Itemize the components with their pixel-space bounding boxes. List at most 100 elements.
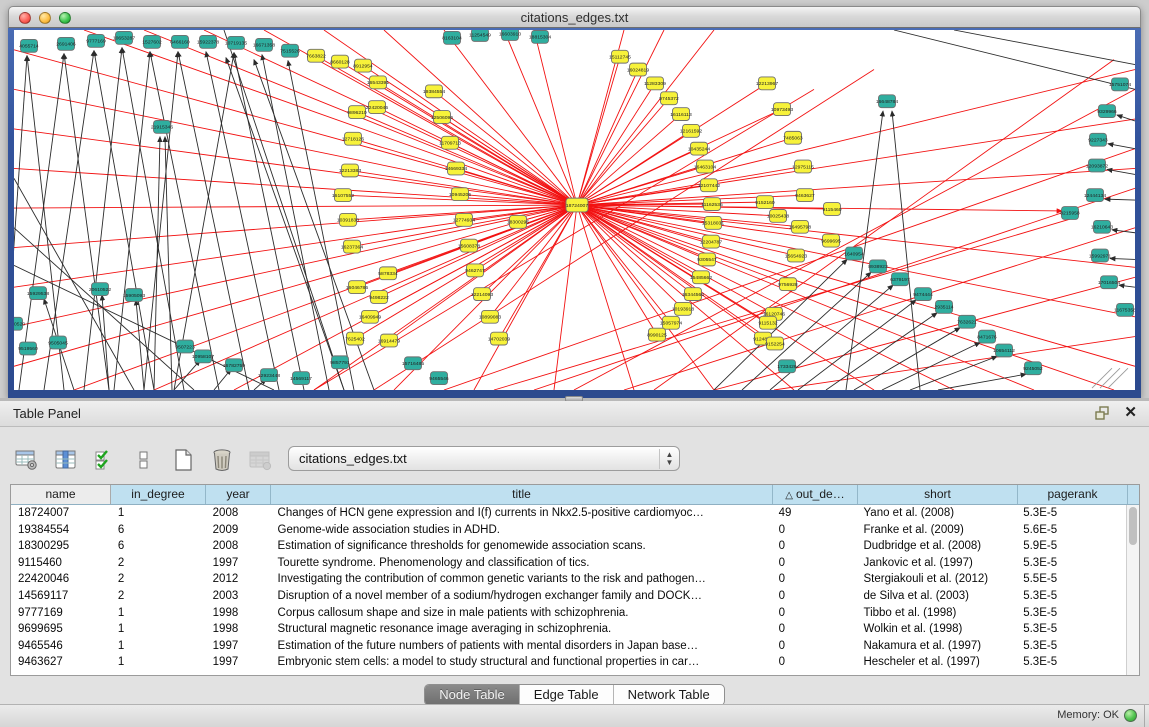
table-row[interactable]: 977716911998Corpus callosum shape and si… bbox=[11, 605, 1126, 622]
graph-node[interactable]: 20610522 bbox=[89, 283, 111, 296]
table-cell[interactable]: Disruption of a novel member of a sodium… bbox=[271, 588, 772, 605]
tab-edge-table[interactable]: Edge Table bbox=[520, 685, 614, 705]
table-cell[interactable]: Investigating the contribution of common… bbox=[271, 571, 772, 588]
graph-node[interactable]: 10193918 bbox=[672, 302, 694, 315]
table-cell[interactable]: 5.3E-5 bbox=[1016, 654, 1126, 671]
table-cell[interactable]: 5.3E-5 bbox=[1016, 555, 1126, 572]
table-cell[interactable]: 2008 bbox=[206, 538, 271, 555]
table-cell[interactable]: Tibbo et al. (1998) bbox=[856, 605, 1016, 622]
table-cell[interactable]: Structural magnetic resonance image aver… bbox=[271, 621, 772, 638]
graph-node[interactable]: 1733426 bbox=[777, 360, 797, 373]
graph-node[interactable]: 12718126 bbox=[342, 132, 364, 145]
graph-node[interactable]: 17016504 bbox=[1098, 276, 1120, 289]
graph-node[interactable]: 7663822 bbox=[306, 49, 326, 62]
table-cell[interactable]: 9115460 bbox=[11, 555, 111, 572]
graph-node[interactable]: 16116113 bbox=[670, 108, 692, 121]
table-row[interactable]: 2242004622012Investigating the contribut… bbox=[11, 571, 1126, 588]
graph-node[interactable]: 12161592 bbox=[680, 124, 702, 137]
graph-node[interactable]: 21915346 bbox=[151, 120, 173, 133]
memory-status-indicator[interactable] bbox=[1124, 709, 1137, 722]
table-row[interactable]: 1456911722003Disruption of a novel membe… bbox=[11, 588, 1126, 605]
graph-node[interactable]: 9463627 bbox=[795, 189, 815, 202]
graph-node[interactable]: 12204787 bbox=[700, 235, 722, 248]
table-cell[interactable]: Estimation of the future numbers of pati… bbox=[271, 638, 772, 655]
graph-node[interactable]: 9857791 bbox=[330, 356, 350, 369]
table-cell[interactable]: 22420046 bbox=[11, 571, 111, 588]
table-cell[interactable]: 9699695 bbox=[11, 621, 111, 638]
graph-node[interactable]: 9745372 bbox=[659, 92, 679, 105]
table-cell[interactable]: Franke et al. (2009) bbox=[856, 522, 1016, 539]
table-cell[interactable]: Jankovic et al. (1997) bbox=[856, 555, 1016, 572]
graph-node[interactable]: 11162536 bbox=[701, 198, 723, 211]
table-cell[interactable]: 18724007 bbox=[11, 505, 111, 522]
table-cell[interactable]: Estimation of significance thresholds fo… bbox=[271, 538, 772, 555]
graph-node[interactable]: 7485063 bbox=[783, 131, 803, 144]
column-header-title[interactable]: title bbox=[271, 485, 773, 504]
column-header-name[interactable]: name bbox=[11, 485, 111, 504]
table-cell[interactable]: 1 bbox=[111, 605, 206, 622]
graph-node[interactable]: 9699695 bbox=[821, 234, 841, 247]
graph-node[interactable]: 8215958 bbox=[1060, 207, 1080, 220]
graph-node[interactable]: 14702039 bbox=[488, 332, 510, 345]
graph-node[interactable]: 15485662 bbox=[690, 271, 712, 284]
table-cell[interactable]: Wolkin et al. (1998) bbox=[856, 621, 1016, 638]
graph-node[interactable]: 12213383 bbox=[339, 164, 361, 177]
table-row[interactable]: 1830029562008Estimation of significance … bbox=[11, 538, 1126, 555]
graph-node[interactable]: 15905093 bbox=[123, 289, 145, 302]
graph-node[interactable]: 10945206 bbox=[449, 188, 471, 201]
graph-node[interactable]: 11709713 bbox=[439, 136, 461, 149]
table-cell[interactable]: 1998 bbox=[206, 605, 271, 622]
graph-node[interactable]: 9498222 bbox=[369, 291, 389, 304]
graph-node[interactable]: 10654112 bbox=[993, 344, 1015, 357]
graph-node[interactable]: 8471676 bbox=[977, 330, 997, 343]
graph-node[interactable]: 6466160 bbox=[170, 35, 190, 48]
table-selector-dropdown[interactable]: citations_edges.txt ▲▼ bbox=[288, 446, 680, 471]
table-cell[interactable]: 2003 bbox=[206, 588, 271, 605]
table-cell[interactable]: Yano et al. (2008) bbox=[856, 505, 1016, 522]
table-cell[interactable]: 0 bbox=[772, 571, 857, 588]
graph-node[interactable]: 15929538 bbox=[27, 287, 49, 300]
table-cell[interactable]: 2 bbox=[111, 555, 206, 572]
graph-node[interactable]: 1527602 bbox=[142, 35, 162, 48]
close-button[interactable] bbox=[19, 12, 31, 24]
table-cell[interactable]: Stergiakouli et al. (2012) bbox=[856, 571, 1016, 588]
graph-node[interactable]: 15608378 bbox=[458, 239, 480, 252]
table-cell[interactable]: Tourette syndrome. Phenomenology and cla… bbox=[271, 555, 772, 572]
graph-node[interactable]: 15112745 bbox=[609, 50, 631, 63]
graph-node[interactable]: 16603910 bbox=[499, 30, 521, 40]
graph-node[interactable]: 10958107 bbox=[192, 350, 214, 363]
table-cell[interactable]: 1998 bbox=[206, 621, 271, 638]
graph-node[interactable]: 7625402 bbox=[345, 332, 365, 345]
graph-node[interactable]: 9465546 bbox=[429, 372, 449, 385]
graph-node[interactable]: 16495798 bbox=[789, 220, 811, 233]
table-cell[interactable]: 1 bbox=[111, 621, 206, 638]
graph-node[interactable]: 12213967 bbox=[756, 77, 778, 90]
graph-node[interactable]: 16237364 bbox=[341, 240, 363, 253]
table-cell[interactable]: 9777169 bbox=[11, 605, 111, 622]
graph-node[interactable]: 12444134 bbox=[1084, 189, 1106, 202]
table-cell[interactable]: 5.3E-5 bbox=[1016, 588, 1126, 605]
graph-node[interactable]: 9152160 bbox=[755, 196, 775, 209]
table-row[interactable]: 1938455462009Genome-wide association stu… bbox=[11, 522, 1126, 539]
table-cell[interactable]: 5.5E-5 bbox=[1016, 571, 1126, 588]
graph-node[interactable]: 16344560 bbox=[682, 288, 704, 301]
graph-node[interactable]: 7632621 bbox=[957, 315, 977, 328]
table-cell[interactable]: Changes of HCN gene expression and I(f) … bbox=[271, 505, 772, 522]
graph-node[interactable]: 11675358 bbox=[1114, 303, 1135, 316]
table-cell[interactable]: 0 bbox=[772, 605, 857, 622]
graph-node[interactable]: 12107442 bbox=[698, 179, 720, 192]
table-cell[interactable]: 0 bbox=[772, 638, 857, 655]
table-cell[interactable]: Genome-wide association studies in ADHD. bbox=[271, 522, 772, 539]
table-cell[interactable]: 18300295 bbox=[11, 538, 111, 555]
graph-node[interactable]: 9329966 bbox=[1097, 105, 1117, 118]
table-cell[interactable]: 1 bbox=[111, 638, 206, 655]
graph-node[interactable]: 9227343 bbox=[1088, 133, 1108, 146]
graph-node[interactable]: 9756928 bbox=[778, 278, 798, 291]
table-cell[interactable]: 5.3E-5 bbox=[1016, 621, 1126, 638]
table-cell[interactable]: 1997 bbox=[206, 654, 271, 671]
graph-node[interactable]: 16543391 bbox=[367, 76, 389, 89]
graph-node[interactable]: 6379197 bbox=[890, 273, 910, 286]
graph-node[interactable]: 9462747 bbox=[465, 264, 485, 277]
graph-node[interactable]: 9474444 bbox=[913, 288, 933, 301]
table-cell[interactable]: Corpus callosum shape and size in male p… bbox=[271, 605, 772, 622]
